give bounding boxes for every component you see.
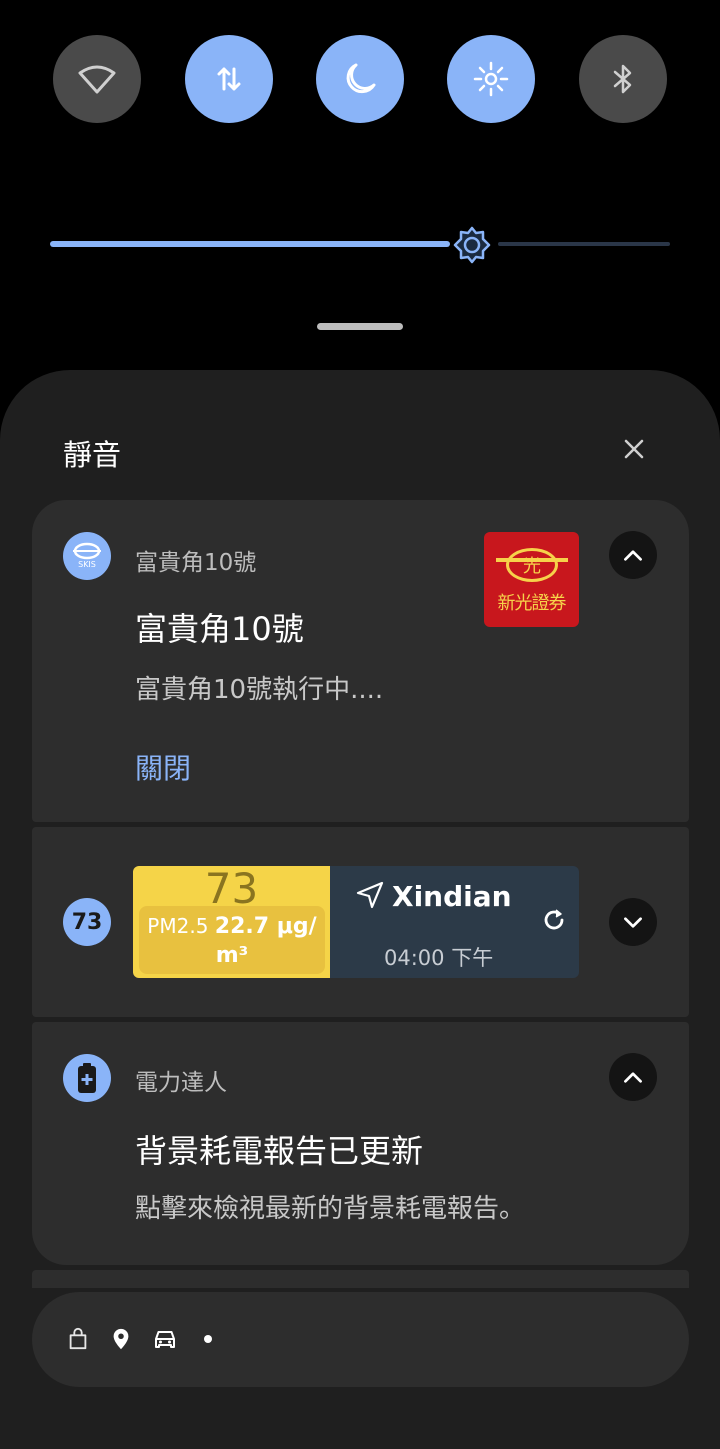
skis-app-icon: SKIS <box>63 532 111 580</box>
aqi-panel: 73 PM2.5 22.7 μg/ m³ <box>133 866 330 978</box>
app-name: 富貴角10號 <box>135 550 257 576</box>
collapse-button[interactable] <box>609 1053 657 1101</box>
expand-button[interactable] <box>609 898 657 946</box>
clear-silent-button[interactable] <box>617 432 651 466</box>
update-time: 04:00 下午 <box>384 946 494 970</box>
car-icon <box>152 1326 178 1352</box>
pm25-unit: m³ <box>215 943 249 968</box>
bluetooth-tile[interactable] <box>579 35 667 123</box>
eye-comfort-icon <box>473 61 509 97</box>
wifi-icon <box>78 65 116 94</box>
notification-card-skis[interactable]: SKIS 富貴角10號 光 新光證券 富貴角10號 富貴角10號執行中.... … <box>32 500 689 822</box>
notification-text: 點擊來檢視最新的背景耗電報告。 <box>135 1194 526 1224</box>
skis-large-icon: 光 新光證券 <box>484 532 579 627</box>
dot-icon <box>195 1326 221 1352</box>
silent-section-title: 靜音 <box>63 438 122 472</box>
notification-title: 富貴角10號 <box>135 610 304 648</box>
brightness-thumb[interactable] <box>453 226 491 264</box>
skis-small-label: SKIS <box>78 560 96 569</box>
location-pin-icon <box>108 1326 134 1352</box>
brightness-icon <box>453 226 491 264</box>
chevron-up-icon <box>624 550 642 561</box>
notification-card-battery[interactable]: 電力達人 背景耗電報告已更新 點擊來檢視最新的背景耗電報告。 <box>32 1022 689 1265</box>
brightness-slider[interactable] <box>50 226 670 264</box>
shopping-bag-icon <box>65 1326 91 1352</box>
navigation-arrow-icon <box>356 881 384 909</box>
air-quality-widget[interactable]: 73 PM2.5 22.7 μg/ m³ Xindian 04:00 下午 <box>133 866 579 978</box>
battery-app-icon <box>63 1054 111 1102</box>
mobile-data-tile[interactable] <box>185 35 273 123</box>
notification-card-air-quality[interactable]: 73 73 PM2.5 22.7 μg/ m³ Xindian 04:00 下午 <box>32 827 689 1017</box>
pm25-value: 22.7 μg/ <box>214 914 317 939</box>
notification-text: 富貴角10號執行中.... <box>135 675 384 705</box>
wifi-tile[interactable] <box>53 35 141 123</box>
aqi-badge: 73 <box>63 898 111 946</box>
chevron-up-icon <box>624 1072 642 1083</box>
dark-mode-icon <box>346 63 376 94</box>
status-icons-pill[interactable] <box>32 1292 689 1387</box>
bluetooth-icon <box>613 64 632 94</box>
quick-settings-row <box>0 35 720 123</box>
refresh-icon[interactable] <box>540 906 568 934</box>
skis-logo-icon: SKIS <box>73 542 101 569</box>
close-action-button[interactable]: 關閉 <box>135 747 191 787</box>
dark-mode-tile[interactable] <box>316 35 404 123</box>
logo-oval: 光 <box>506 548 558 582</box>
mobile-data-icon <box>217 67 241 91</box>
pm25-label: PM2.5 <box>147 914 209 938</box>
brightness-fill <box>50 241 450 247</box>
battery-plus-icon <box>78 1063 96 1093</box>
notification-title: 背景耗電報告已更新 <box>135 1132 424 1170</box>
logo-text: 新光證券 <box>497 593 567 614</box>
close-icon <box>624 439 644 459</box>
app-name: 電力達人 <box>135 1070 227 1096</box>
collapse-button[interactable] <box>609 531 657 579</box>
eye-comfort-tile[interactable] <box>447 35 535 123</box>
pm25-pill: PM2.5 22.7 μg/ m³ <box>139 906 325 974</box>
location-panel: Xindian 04:00 下午 <box>330 866 579 978</box>
shade-drag-handle[interactable] <box>317 323 403 330</box>
logo-char: 光 <box>523 556 541 577</box>
brightness-track <box>498 242 670 246</box>
location-name: Xindian <box>392 880 512 913</box>
chevron-down-icon <box>624 917 642 928</box>
notification-card-partial[interactable] <box>32 1270 689 1288</box>
